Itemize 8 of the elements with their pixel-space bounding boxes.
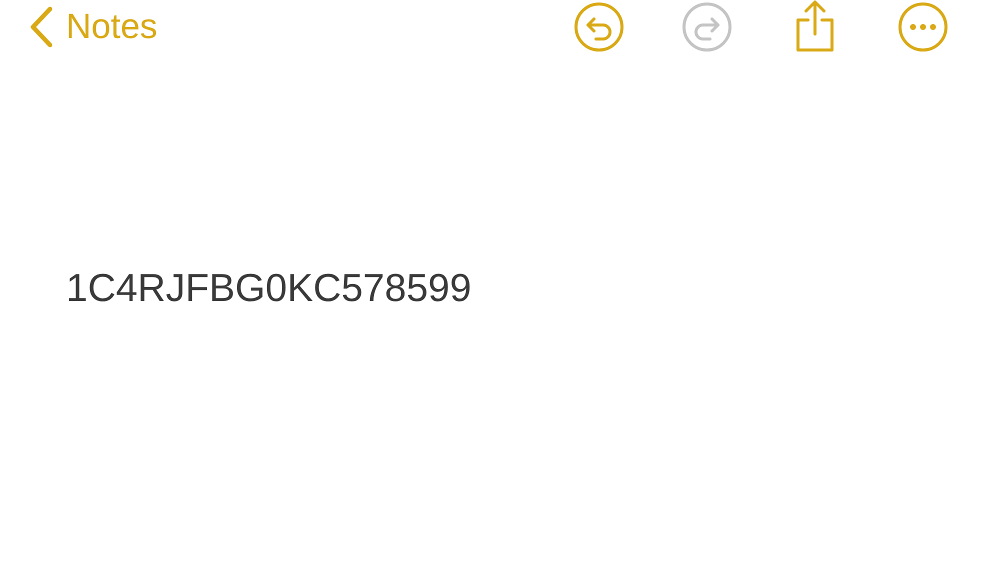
back-button[interactable]: Notes (28, 0, 158, 54)
more-icon (898, 2, 948, 52)
more-button[interactable] (896, 0, 950, 54)
undo-icon (574, 2, 624, 52)
chevron-icon (28, 6, 54, 48)
note-text: 1C4RJFBG0KC578599 (66, 266, 472, 312)
undo-button[interactable] (572, 0, 626, 54)
redo-icon (682, 2, 732, 52)
